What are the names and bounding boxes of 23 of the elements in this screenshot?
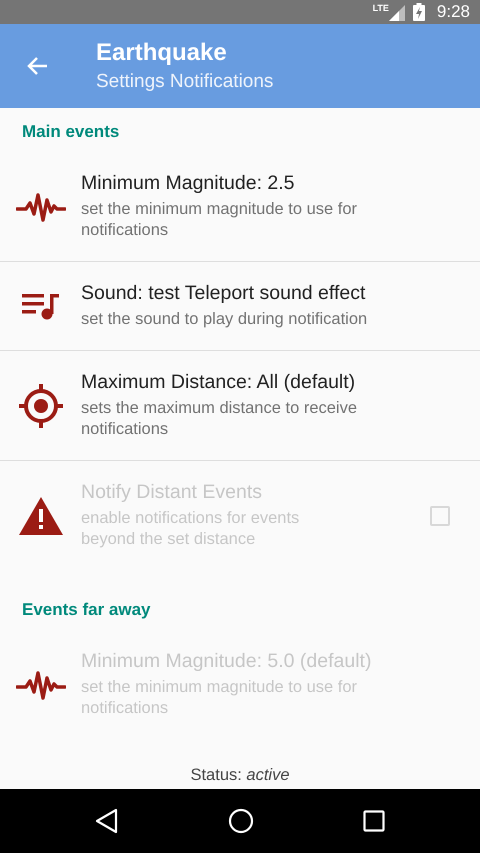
battery-icon: [412, 3, 425, 21]
screen-subtitle: Settings Notifications: [96, 71, 274, 93]
waveform-icon: [16, 670, 66, 700]
section-header: Events far away: [21, 599, 152, 621]
preference-title[interactable]: Sound: test Teleport sound effect: [81, 282, 411, 305]
preference-title[interactable]: Maximum Distance: All (default): [81, 371, 411, 394]
preference-title[interactable]: Minimum Magnitude: 2.5: [81, 172, 411, 195]
status-text: Status: active: [189, 765, 291, 786]
back-nav-icon[interactable]: [94, 808, 119, 834]
waveform-icon: [16, 192, 66, 222]
network-label: LTE: [372, 3, 389, 13]
section-header: Main events: [21, 121, 120, 143]
clock-time: 9:28: [436, 2, 470, 22]
playlist-icon: [22, 292, 60, 320]
target-icon: [18, 382, 64, 428]
signal-icon: [388, 5, 405, 21]
preference-summary: sets the maximum distance to receive notifications: [81, 398, 358, 440]
app-title: Earthquake: [96, 39, 228, 67]
recents-nav-icon[interactable]: [363, 810, 386, 832]
warning-icon: [18, 496, 64, 536]
preference-summary: set the sound to play during notification: [81, 309, 368, 330]
home-nav-icon[interactable]: [228, 808, 254, 834]
preference-summary: set the minimum magnitude to use for notifications: [81, 199, 358, 241]
